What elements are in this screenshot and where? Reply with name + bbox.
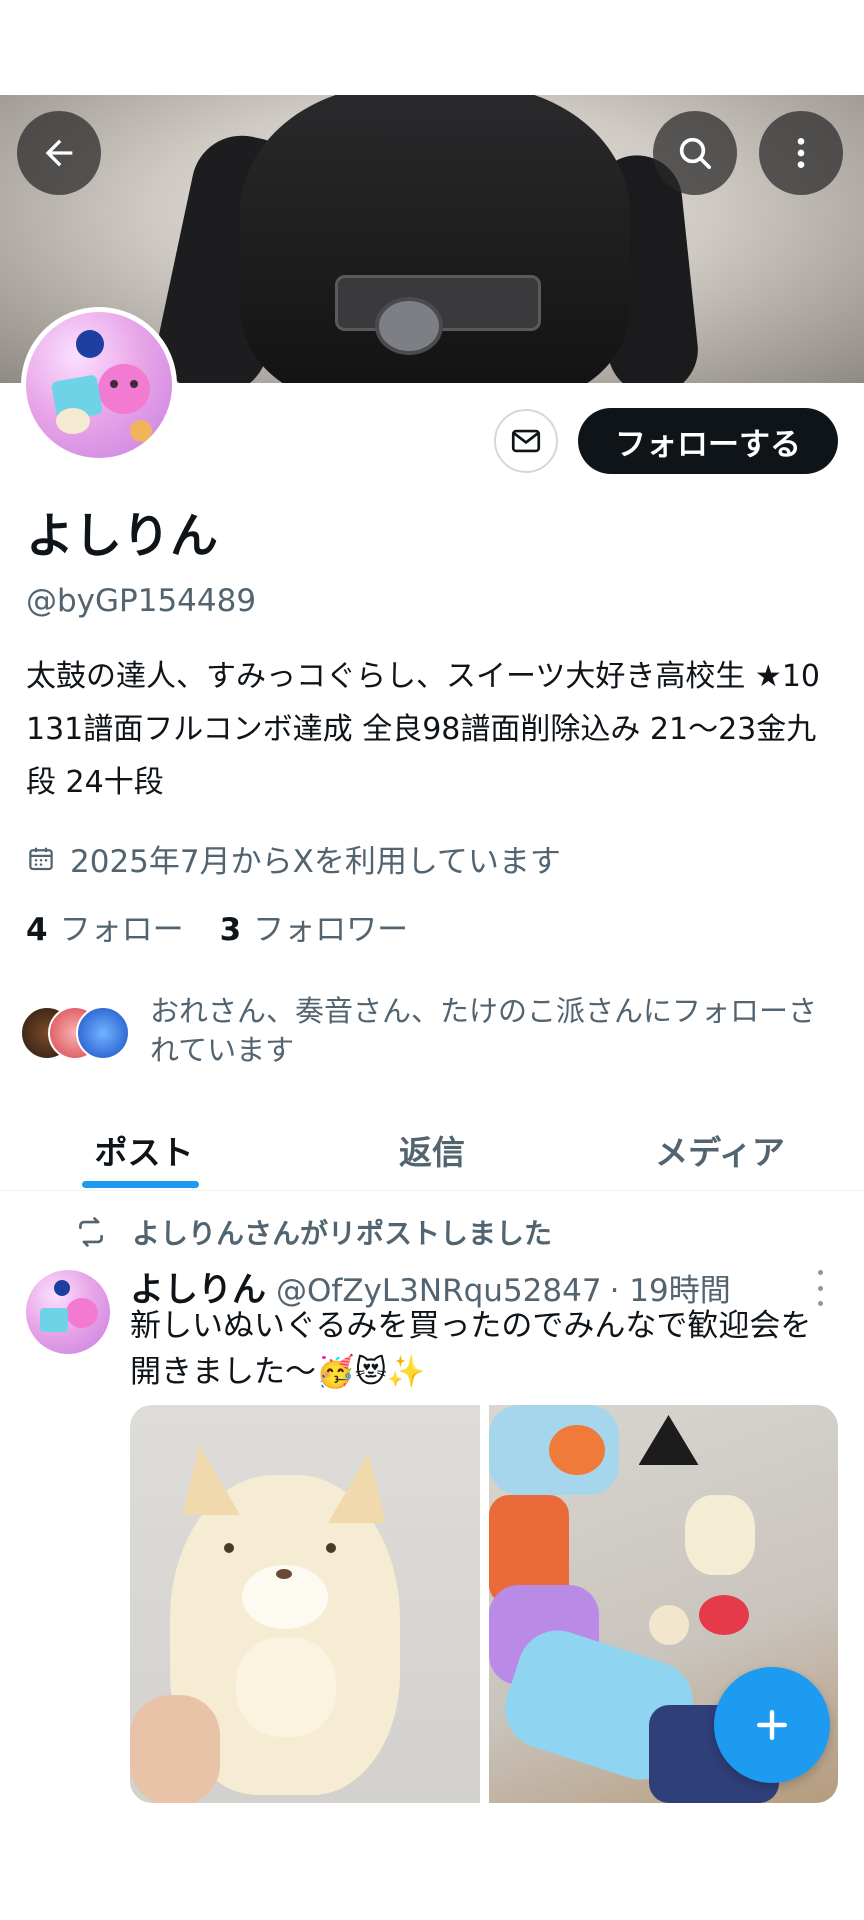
post-more-button[interactable] xyxy=(808,1270,832,1306)
followers-label: フォロワー xyxy=(253,912,409,948)
more-dot xyxy=(817,1270,823,1275)
repost-label: よしりんさんがリポストしました xyxy=(132,1217,553,1250)
followed-by-avatars xyxy=(20,1006,130,1066)
followers-link[interactable]: 3 フォロワー xyxy=(220,904,409,949)
plus-icon xyxy=(756,1709,788,1741)
repost-icon xyxy=(79,1217,103,1247)
follow-button[interactable]: フォローする xyxy=(578,408,838,474)
following-link[interactable]: 4 フォロー xyxy=(26,904,184,949)
repost-indicator: よしりんさんがリポストしました xyxy=(74,1212,552,1252)
profile-avatar[interactable] xyxy=(21,307,177,463)
compose-button[interactable] xyxy=(714,1667,830,1783)
active-tab-indicator xyxy=(82,1181,199,1188)
followed-by-text: おれさん、奏音さん、たけのこ派さんにフォローされています xyxy=(150,994,818,1067)
banner-figure-buckle xyxy=(375,297,443,355)
search-icon xyxy=(679,137,711,170)
profile-tabs: ポスト 返信 メディア xyxy=(0,1110,864,1191)
mail-icon xyxy=(511,429,541,453)
more-vertical-icon xyxy=(797,138,805,168)
avatar-image xyxy=(26,312,172,458)
followers-count: 3 xyxy=(219,912,242,948)
tab-replies[interactable]: 返信 xyxy=(288,1110,576,1190)
joined-date: 2025年7月からXを利用しています xyxy=(26,836,561,881)
followed-by-row[interactable]: おれさん、奏音さん、たけのこ派さんにフォローされています xyxy=(20,992,840,1070)
more-button[interactable] xyxy=(759,111,843,195)
joined-text: 2025年7月からXを利用しています xyxy=(70,844,561,880)
tab-posts[interactable]: ポスト xyxy=(0,1110,288,1190)
search-button[interactable] xyxy=(653,111,737,195)
back-button[interactable] xyxy=(17,111,101,195)
profile-handle: @byGP154489 xyxy=(26,583,257,619)
post-author-avatar[interactable] xyxy=(26,1270,110,1354)
post-image-1[interactable] xyxy=(130,1405,480,1803)
tab-media[interactable]: メディア xyxy=(576,1110,864,1190)
more-dot xyxy=(817,1285,823,1291)
following-count: 4 xyxy=(26,912,48,948)
profile-name: よしりん xyxy=(26,508,219,564)
avatar xyxy=(76,1006,130,1060)
follow-stats: 4 フォロー 3 フォロワー xyxy=(26,904,408,949)
arrow-left-icon xyxy=(45,139,73,167)
calendar-icon xyxy=(29,847,53,870)
following-label: フォロー xyxy=(59,912,184,948)
message-button[interactable] xyxy=(494,409,558,473)
post-text: 新しいぬいぐるみを買ったのでみんなで歓迎会を開きました〜🥳😻✨ xyxy=(130,1308,812,1390)
profile-bio: 太鼓の達人、すみっコぐらし、スイーツ大好き高校生 ★10 131譜面フルコンボ達… xyxy=(26,659,821,800)
